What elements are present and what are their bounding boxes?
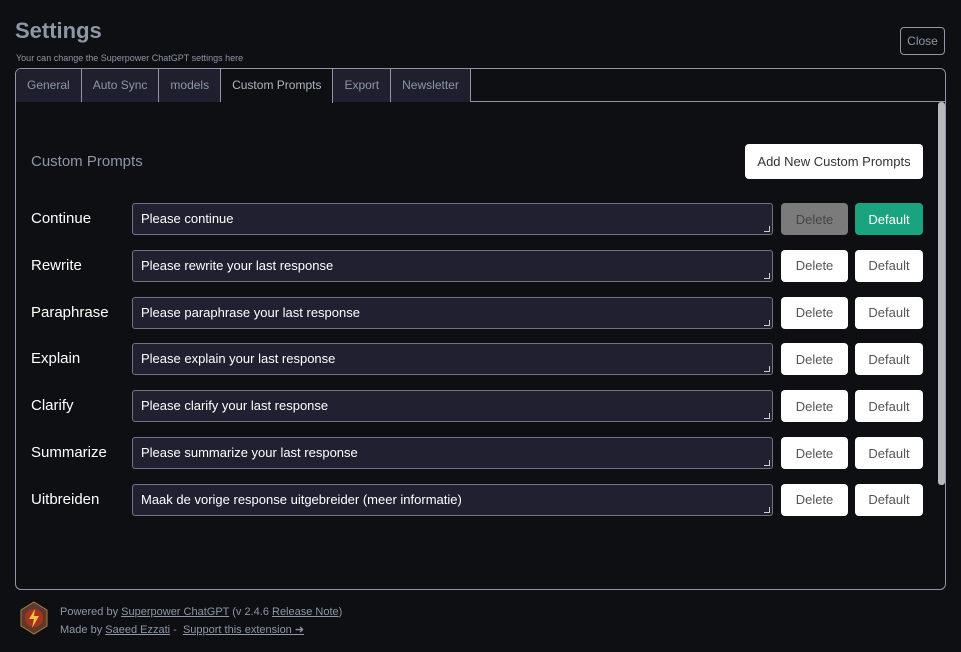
prompt-name: Rewrite bbox=[31, 256, 82, 274]
separator: - bbox=[173, 624, 177, 636]
prompt-row: Paraphrase Please paraphrase your last r… bbox=[31, 296, 923, 329]
tab-bar: General Auto Sync models Custom Prompts … bbox=[16, 69, 945, 103]
footer: Powered by Superpower ChatGPT (v 2.4.6 R… bbox=[60, 603, 342, 639]
close-button[interactable]: Close bbox=[900, 27, 945, 55]
superpower-logo bbox=[20, 601, 48, 635]
made-by-text: Made by bbox=[60, 624, 103, 636]
prompt-name: Continue bbox=[31, 210, 92, 227]
delete-button[interactable]: Delete bbox=[781, 249, 848, 282]
tab-newsletter[interactable]: Newsletter bbox=[391, 69, 471, 102]
default-button[interactable]: Default bbox=[855, 296, 923, 329]
default-button[interactable]: Default bbox=[855, 437, 923, 469]
tab-export[interactable]: Export bbox=[333, 69, 392, 102]
delete-button[interactable]: Delete bbox=[781, 483, 848, 516]
prompt-row: Clarify Please clarify your last respons… bbox=[31, 390, 923, 423]
section-title: Custom Prompts bbox=[31, 153, 143, 170]
page-subtitle: Your can change the Superpower ChatGPT s… bbox=[16, 53, 244, 63]
prompt-row: Summarize Please summarize your last res… bbox=[31, 437, 923, 469]
tab-models[interactable]: models bbox=[159, 69, 222, 102]
default-button[interactable]: Default bbox=[855, 483, 923, 516]
default-button[interactable]: Default bbox=[855, 249, 923, 282]
delete-button[interactable]: Delete bbox=[781, 437, 848, 469]
prompt-name: Paraphrase bbox=[31, 303, 109, 321]
prompt-text-input[interactable]: Please explain your last response bbox=[132, 343, 773, 376]
prompt-text-input[interactable]: Please rewrite your last response bbox=[132, 249, 773, 282]
prompt-row: Continue Please continue Delete Default bbox=[31, 203, 923, 235]
prompt-text-input[interactable]: Please paraphrase your last response bbox=[132, 296, 773, 329]
prompt-text-input[interactable]: Please continue bbox=[132, 203, 773, 235]
prompt-row: Rewrite Please rewrite your last respons… bbox=[31, 249, 923, 282]
prompt-text-input[interactable]: Please clarify your last response bbox=[132, 390, 773, 423]
delete-button[interactable]: Delete bbox=[781, 203, 848, 235]
add-custom-prompt-button[interactable]: Add New Custom Prompts bbox=[745, 144, 923, 179]
scrollbar[interactable] bbox=[938, 102, 945, 485]
prompt-row: Explain Please explain your last respons… bbox=[31, 343, 923, 376]
prompt-row: Uitbreiden Maak de vorige response uitge… bbox=[31, 483, 923, 516]
prompt-name: Explain bbox=[31, 350, 81, 368]
prompt-name: Clarify bbox=[31, 397, 74, 415]
support-link[interactable]: Support this extension ➜ bbox=[183, 624, 304, 636]
delete-button[interactable]: Delete bbox=[781, 343, 848, 376]
tab-auto-sync[interactable]: Auto Sync bbox=[81, 69, 160, 102]
prompt-name: Summarize bbox=[31, 444, 107, 461]
version-close: ) bbox=[338, 606, 343, 618]
version-text: (v 2.4.6 bbox=[232, 606, 269, 618]
delete-button[interactable]: Delete bbox=[781, 296, 848, 329]
powered-by-text: Powered by bbox=[60, 606, 119, 618]
settings-panel: General Auto Sync models Custom Prompts … bbox=[15, 68, 946, 590]
tab-general[interactable]: General bbox=[16, 69, 82, 102]
default-button[interactable]: Default bbox=[855, 343, 923, 376]
product-link[interactable]: Superpower ChatGPT bbox=[121, 606, 229, 618]
prompt-text-input[interactable]: Please summarize your last response bbox=[132, 437, 773, 469]
release-note-link[interactable]: Release Note bbox=[272, 606, 339, 618]
page-title: Settings bbox=[15, 18, 102, 43]
default-button[interactable]: Default bbox=[855, 390, 923, 423]
prompt-name: Uitbreiden bbox=[31, 490, 100, 508]
author-link[interactable]: Saeed Ezzati bbox=[105, 624, 170, 636]
tab-custom-prompts[interactable]: Custom Prompts bbox=[221, 69, 334, 103]
prompt-text-input[interactable]: Maak de vorige response uitgebreider (me… bbox=[132, 483, 773, 516]
default-button[interactable]: Default bbox=[855, 203, 923, 235]
delete-button[interactable]: Delete bbox=[781, 390, 848, 423]
